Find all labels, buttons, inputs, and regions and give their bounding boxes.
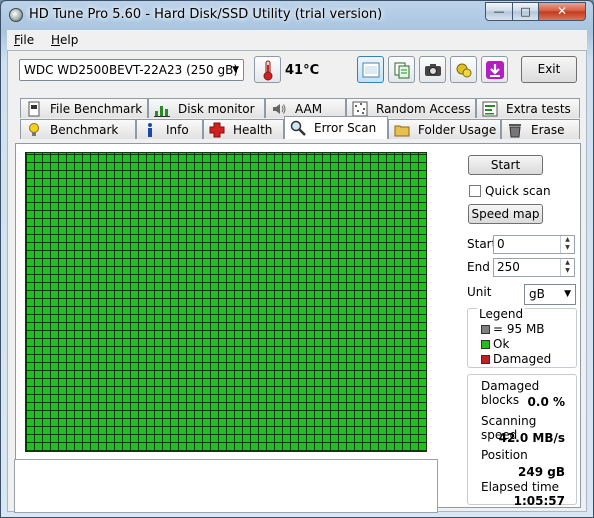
legend-title: Legend bbox=[477, 307, 526, 321]
tab-aam[interactable]: AAM bbox=[265, 98, 346, 118]
scan-stats-group: Damaged blocks 0.0 % Scanning speed 42.0… bbox=[467, 374, 577, 508]
menu-bar: File Help bbox=[7, 30, 587, 50]
error-scan-panel: Start Quick scan Speed map Start 0 ▲ ▼ En… bbox=[14, 143, 581, 513]
speed-map-button[interactable]: Speed map bbox=[468, 204, 543, 224]
tab-erase[interactable]: Erase bbox=[501, 119, 580, 139]
legend-damaged: Damaged bbox=[481, 352, 551, 366]
temperature-button[interactable] bbox=[254, 56, 281, 83]
elapsed-time-label: Elapsed time bbox=[481, 480, 560, 494]
screenshot-icon bbox=[362, 62, 379, 77]
camera-button[interactable] bbox=[419, 56, 446, 83]
chevron-down-icon: ▼ bbox=[232, 65, 239, 75]
start-scan-button[interactable]: Start bbox=[468, 155, 543, 175]
copy-button[interactable] bbox=[388, 56, 415, 83]
menu-help[interactable]: Help bbox=[51, 33, 78, 47]
end-label: End bbox=[467, 260, 490, 274]
chevron-down-icon: ▼ bbox=[564, 289, 571, 299]
maximize-button[interactable]: □ bbox=[512, 2, 539, 21]
app-window: HD Tune Pro 5.60 - Hard Disk/SSD Utility… bbox=[0, 0, 594, 518]
tab-disk-monitor[interactable]: Disk monitor bbox=[148, 98, 265, 118]
window-title: HD Tune Pro 5.60 - Hard Disk/SSD Utility… bbox=[29, 7, 383, 22]
unit-label: Unit bbox=[467, 285, 492, 299]
checkbox-box[interactable] bbox=[469, 185, 481, 197]
legend-group: Legend = 95 MB Ok Damaged bbox=[467, 307, 577, 368]
start-label: Start bbox=[467, 237, 497, 251]
tab-extra-tests[interactable]: Extra tests bbox=[476, 98, 580, 118]
tab-error-scan[interactable]: Error Scan bbox=[284, 116, 388, 139]
quick-scan-checkbox[interactable]: Quick scan bbox=[469, 184, 551, 198]
tab-file-benchmark[interactable]: File Benchmark bbox=[20, 98, 148, 118]
minimize-button[interactable]: — bbox=[485, 2, 513, 21]
main-client-area: WDC WD2500BEVT-22A23 (250 gB) ▼ 41°C Exi… bbox=[7, 50, 587, 513]
folder-icon bbox=[394, 125, 410, 136]
options-button[interactable] bbox=[450, 56, 477, 83]
camera-icon bbox=[424, 63, 441, 76]
tab-info[interactable]: Info bbox=[136, 119, 203, 139]
drive-select-value: WDC WD2500BEVT-22A23 (250 gB) bbox=[24, 63, 239, 77]
app-icon bbox=[9, 8, 23, 22]
tab-benchmark[interactable]: Benchmark bbox=[20, 119, 136, 139]
spinner-arrows-icon[interactable]: ▲ ▼ bbox=[560, 259, 574, 276]
block-swatch bbox=[481, 324, 490, 334]
start-position-input[interactable]: 0 ▲ ▼ bbox=[493, 235, 575, 254]
save-icon bbox=[485, 60, 504, 79]
screenshot-button[interactable] bbox=[357, 56, 384, 83]
damaged-swatch bbox=[481, 354, 490, 364]
scan-log-box[interactable] bbox=[14, 459, 438, 513]
damaged-blocks-value: 0.0 % bbox=[527, 395, 565, 409]
spinner-arrows-icon[interactable]: ▲ ▼ bbox=[560, 236, 574, 253]
elapsed-time-value: 1:05:57 bbox=[513, 494, 565, 508]
tab-folder-usage[interactable]: Folder Usage bbox=[388, 119, 501, 139]
scanning-speed-value: 42.0 MB/s bbox=[498, 431, 565, 445]
tab-random-access[interactable]: Random Access bbox=[346, 98, 476, 118]
extra-tests-icon bbox=[482, 101, 498, 116]
health-cross-icon bbox=[209, 122, 225, 137]
random-access-icon bbox=[352, 101, 368, 116]
info-icon bbox=[148, 122, 152, 137]
menu-file[interactable]: File bbox=[14, 33, 34, 47]
magnifier-icon bbox=[290, 120, 306, 136]
speaker-icon bbox=[273, 103, 286, 114]
copy-icon bbox=[394, 62, 409, 78]
error-scan-block-map bbox=[25, 152, 427, 452]
title-bar[interactable]: HD Tune Pro 5.60 - Hard Disk/SSD Utility… bbox=[1, 1, 593, 29]
close-button[interactable]: ✕ bbox=[538, 2, 586, 21]
lightbulb-icon bbox=[29, 122, 39, 136]
disk-monitor-icon bbox=[154, 105, 170, 117]
save-button[interactable] bbox=[481, 56, 508, 83]
file-icon bbox=[28, 101, 40, 116]
trash-icon bbox=[509, 123, 521, 137]
legend-block-size: = 95 MB bbox=[481, 322, 545, 336]
end-position-input[interactable]: 250 ▲ ▼ bbox=[493, 258, 575, 277]
legend-ok: Ok bbox=[481, 337, 509, 351]
temperature-readout: 41°C bbox=[285, 63, 320, 78]
drive-select[interactable]: WDC WD2500BEVT-22A23 (250 gB) ▼ bbox=[19, 59, 244, 81]
quick-scan-label: Quick scan bbox=[485, 184, 551, 198]
thermometer-icon bbox=[263, 60, 272, 80]
unit-select[interactable]: gB ▼ bbox=[524, 284, 576, 305]
position-label: Position bbox=[481, 448, 528, 462]
tab-health[interactable]: Health bbox=[203, 119, 284, 139]
ok-swatch bbox=[481, 339, 490, 349]
position-value: 249 gB bbox=[518, 465, 565, 479]
options-icon bbox=[456, 63, 471, 77]
exit-button[interactable]: Exit bbox=[521, 56, 577, 83]
